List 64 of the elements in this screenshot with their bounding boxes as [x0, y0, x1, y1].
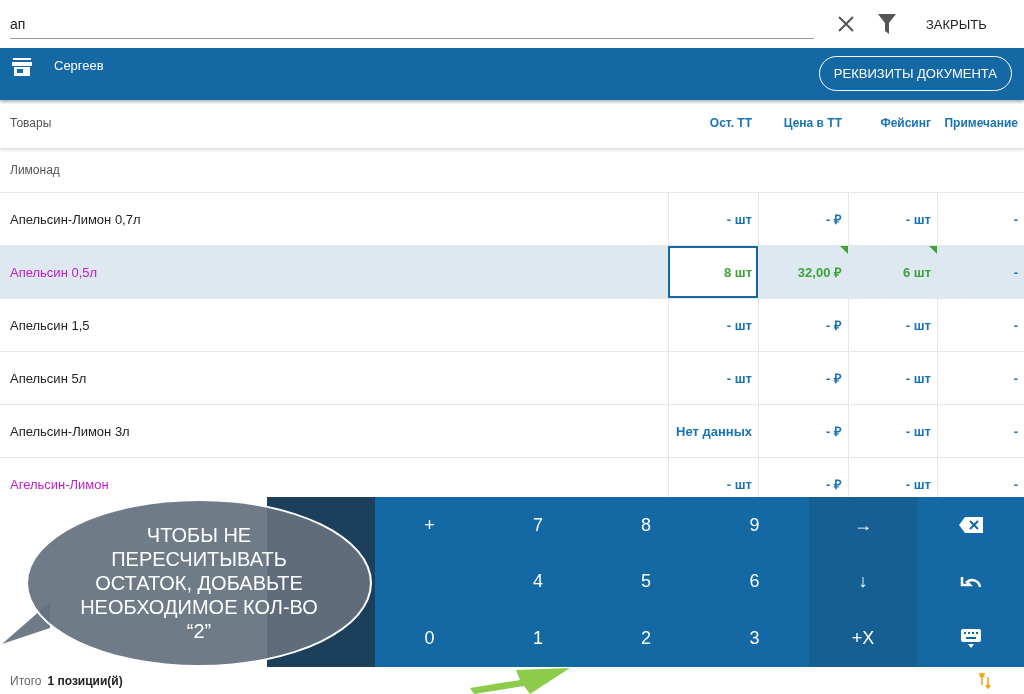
keypad-key[interactable]: 0	[375, 610, 484, 667]
keypad-key[interactable]: 8	[592, 497, 700, 554]
filter-icon	[878, 14, 896, 34]
product-name: Агельсин-Лимон	[9, 475, 110, 494]
undo-icon	[959, 575, 982, 589]
keypad-key[interactable]: 9	[700, 497, 809, 554]
column-header: Товары	[9, 116, 53, 132]
table-cell[interactable]: 32,00 ₽	[758, 246, 848, 298]
table-cell[interactable]: - шт	[848, 299, 937, 351]
table-cell[interactable]: - шт	[848, 405, 937, 457]
product-name: Апельсин 5л	[9, 369, 88, 388]
keypad-key[interactable]: +X	[809, 610, 917, 667]
table-cell[interactable]: - шт	[848, 352, 937, 404]
filter-button[interactable]	[878, 14, 896, 34]
close-button[interactable]: ЗАКРЫТЬ	[920, 12, 993, 36]
product-row[interactable]: Апельсин 5л - шт - ₽ - шт -	[0, 352, 1024, 405]
keypad-key[interactable]: 6	[700, 553, 809, 611]
group-label: Лимонад	[10, 163, 60, 177]
table-cell[interactable]: 6 шт	[848, 246, 937, 298]
table-cell[interactable]: -	[937, 352, 1024, 404]
product-name: Апельсин 0,5л	[9, 263, 99, 282]
column-header: Ост. ТТ	[708, 116, 753, 132]
keypad-key[interactable]: 7	[484, 497, 592, 554]
column-header: Цена в ТТ	[782, 116, 843, 132]
backspace-icon	[958, 517, 983, 534]
total-label: Итого	[10, 673, 42, 688]
keypad-key[interactable]: ↓	[809, 553, 917, 611]
product-name: Апельсин-Лимон 3л	[9, 422, 131, 441]
close-icon	[838, 16, 854, 32]
product-name: Апельсин-Лимон 0,7л	[9, 210, 142, 229]
keypad-key[interactable]: 1	[484, 610, 592, 667]
product-name: Апельсин 1,5	[9, 316, 91, 335]
product-row[interactable]: Апельсин 1,5 - шт - ₽ - шт -	[0, 299, 1024, 352]
clear-button[interactable]	[838, 16, 854, 32]
table-cell[interactable]: - шт	[668, 193, 758, 245]
table-cell[interactable]: -	[937, 246, 1024, 298]
table-cell[interactable]: 8 шт	[668, 246, 758, 298]
product-row[interactable]: Апельсин-Лимон 0,7л - шт - ₽ - шт -	[0, 193, 1024, 246]
store-icon	[12, 58, 32, 76]
table-cell[interactable]: - ₽	[758, 352, 848, 404]
keypad-key[interactable]: 4	[484, 553, 592, 611]
table-cell[interactable]: Нет данных	[668, 405, 758, 457]
keyboard-icon	[960, 628, 981, 649]
table-cell[interactable]: - ₽	[758, 405, 848, 457]
keypad-key[interactable]: 3	[700, 610, 809, 667]
table-cell[interactable]: -	[937, 405, 1024, 457]
total-count: 1 позиции(й)	[47, 673, 123, 688]
table-cell[interactable]: -	[937, 299, 1024, 351]
product-row[interactable]: Апельсин 0,5л 8 шт 32,00 ₽ 6 шт -	[0, 246, 1024, 299]
keypad-key[interactable]: →	[809, 497, 917, 554]
keypad-key[interactable]: 5	[592, 553, 700, 611]
column-header: Примечание	[943, 116, 1019, 132]
table-cell[interactable]: - ₽	[758, 193, 848, 245]
table-cell[interactable]: - шт	[668, 299, 758, 351]
callout-text: ЧТОБЫ НЕ ПЕРЕСЧИТЫВАТЬ ОСТАТОК, ДОБАВЬТЕ НЕОБХОДИМОЕ КОЛ-ВО “2”	[80, 523, 318, 643]
keypad-key[interactable]: +	[375, 497, 484, 554]
column-header: Фейсинг	[879, 116, 932, 132]
store-name: Сергеев	[54, 58, 104, 73]
table-cell[interactable]: -	[937, 193, 1024, 245]
table-cell[interactable]: - ₽	[758, 299, 848, 351]
product-row[interactable]: Апельсин-Лимон 3л Нет данных - ₽ - шт -	[0, 405, 1024, 458]
table-cell[interactable]: - шт	[668, 352, 758, 404]
keypad-key[interactable]: 2	[592, 610, 700, 667]
table-cell[interactable]: - шт	[848, 193, 937, 245]
